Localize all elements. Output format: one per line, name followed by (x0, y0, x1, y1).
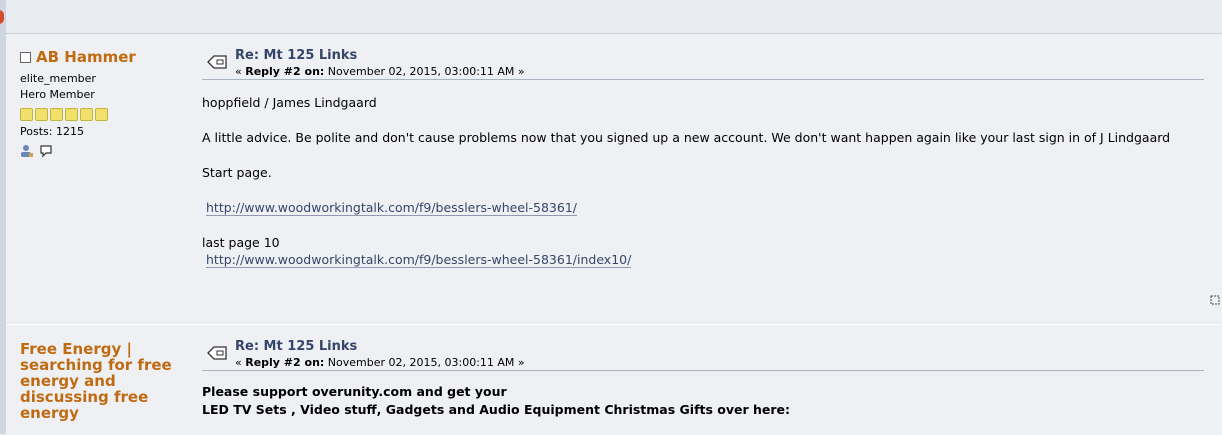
post-title[interactable]: Re: Mt 125 Links (235, 339, 357, 354)
post-link[interactable]: http://www.woodworkingtalk.com/f9/bessle… (206, 252, 632, 268)
post-count: Posts: 1215 (20, 125, 84, 138)
select-post-checkbox[interactable] (20, 51, 31, 63)
meta-prefix: « (235, 356, 242, 369)
post-header: Re: Mt 125 Links « Reply #2 on: November… (202, 44, 1204, 80)
post-link[interactable]: http://www.woodworkingtalk.com/f9/bessle… (206, 200, 578, 216)
rank-star (65, 108, 78, 121)
rank-star (80, 108, 93, 121)
post-icon (206, 54, 228, 73)
post-date: November 02, 2015, 03:00:11 AM (327, 65, 515, 78)
post-header: Re: Mt 125 Links « Reply #2 on: November… (202, 335, 1204, 371)
post-line: Please support overunity.com and get you… (202, 384, 507, 399)
post-date: November 02, 2015, 03:00:11 AM (327, 356, 515, 369)
post-line: A little advice. Be polite and don't cau… (202, 130, 1171, 145)
post-line: LED TV Sets , Video stuff, Gadgets and A… (202, 402, 791, 417)
forum-post: Free Energy | searching for free energy … (6, 324, 1222, 435)
rank-star (50, 108, 63, 121)
post-line: last page 10 (202, 235, 280, 250)
post-meta: « Reply #2 on: November 02, 2015, 03:00:… (235, 356, 525, 369)
poster-info: Free Energy | searching for free energy … (20, 341, 190, 421)
rank-star (20, 108, 33, 121)
post-body: hoppfield / James Lindgaard A little adv… (202, 94, 1204, 268)
message-icon[interactable] (39, 144, 53, 158)
post-title[interactable]: Re: Mt 125 Links (235, 48, 357, 63)
left-edge-marker (0, 10, 4, 24)
previous-post-footer (0, 0, 1222, 34)
poster-username[interactable]: AB Hammer (36, 48, 136, 66)
meta-suffix: » (517, 65, 525, 78)
forum-post: AB Hammer elite_member Hero Member Posts… (6, 34, 1222, 322)
poster-username[interactable]: Free Energy | searching for free energy … (20, 341, 185, 421)
post-line: Start page. (202, 165, 272, 180)
post-line: hoppfield / James Lindgaard (202, 95, 377, 110)
profile-icon[interactable] (20, 144, 34, 158)
report-icon[interactable] (1210, 294, 1220, 308)
poster-info: AB Hammer elite_member Hero Member Posts… (20, 48, 190, 158)
rank-stars (20, 108, 190, 121)
meta-prefix: « (235, 65, 242, 78)
post-body: Please support overunity.com and get you… (202, 383, 1204, 419)
meta-suffix: » (517, 356, 525, 369)
post-meta: « Reply #2 on: November 02, 2015, 03:00:… (235, 65, 525, 78)
reply-label: Reply #2 on: (245, 356, 325, 369)
member-rank: Hero Member (20, 88, 95, 101)
rank-star (35, 108, 48, 121)
reply-label: Reply #2 on: (245, 65, 325, 78)
member-group: elite_member (20, 72, 96, 85)
post-icon (206, 345, 228, 364)
rank-star (95, 108, 108, 121)
